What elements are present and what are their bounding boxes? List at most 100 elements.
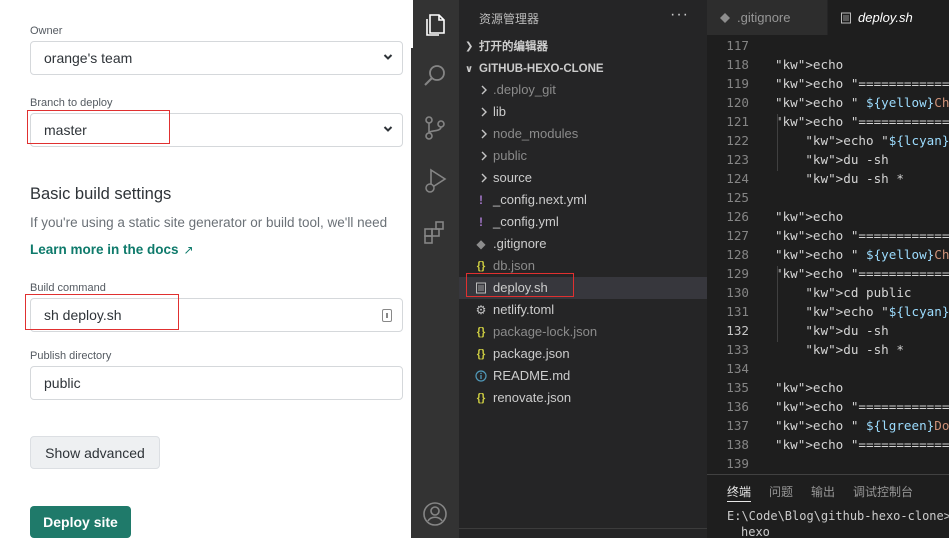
code-line[interactable]: "kw">echo [775,209,843,224]
code-line[interactable]: "kw">cd public [775,285,911,300]
file-item[interactable]: {} package.json [459,343,707,365]
file-item[interactable]: ! _config.yml [459,211,707,233]
tab-gitignore[interactable]: .gitignore [707,0,827,35]
branch-value: master [44,122,87,138]
code-line[interactable]: "kw">echo "================= [775,76,949,91]
chevron-right-icon [479,150,489,162]
code-line[interactable]: "kw">echo "================= [775,266,949,281]
owner-select[interactable]: orange's team [30,41,403,75]
code-line[interactable]: "kw">du -sh * [775,171,904,186]
code-line[interactable]: "kw">echo [775,57,843,72]
terminal-line[interactable]: E:\Code\Blog\github-hexo-clone>g [727,509,949,523]
search-icon[interactable] [421,62,449,90]
run-debug-icon[interactable] [421,166,449,194]
build-command-input[interactable]: sh deploy.sh [30,298,403,332]
activity-bar [411,0,459,538]
code-line[interactable]: "kw">du -sh [775,152,888,167]
editor-tabs: .gitignore deploy.sh [707,0,949,35]
file-item[interactable]: deploy.sh [459,277,707,299]
yaml-file-icon: ! [479,215,483,229]
terminal-line[interactable]: hexo [741,525,770,538]
basic-build-description: If you're using a static site generator … [30,215,388,230]
folder-item[interactable]: lib [459,101,707,123]
code-line[interactable]: "kw">echo "================= [775,228,949,243]
field-info-icon [382,309,392,322]
code-line[interactable]: "kw">echo " ${yellow}Checkin [775,247,949,262]
explorer-icon[interactable] [421,10,449,38]
build-command-label: Build command [30,282,106,294]
external-link-icon: ↗ [183,243,194,257]
file-item[interactable]: ! _config.next.yml [459,189,707,211]
publish-directory-input[interactable]: public [30,366,403,400]
panel-tab-debug-console[interactable]: 调试控制台 [853,483,913,500]
learn-more-text: Learn more in the docs [30,242,179,257]
folder-item[interactable]: .deploy_git [459,79,707,101]
file-name: lib [493,104,507,119]
code-line[interactable]: "kw">echo "================= [775,399,949,414]
open-editors-section[interactable]: ❯ 打开的编辑器 [459,35,707,57]
panel-tab-terminal[interactable]: 终端 [727,483,752,502]
tab-deploy-sh[interactable]: deploy.sh [828,0,949,35]
account-icon[interactable] [421,500,449,528]
file-name: package.json [493,346,570,361]
file-name: source [493,170,533,185]
owner-label: Owner [30,25,63,37]
show-advanced-button[interactable]: Show advanced [30,436,160,469]
file-name: _config.next.yml [493,192,587,207]
folder-item[interactable]: source [459,167,707,189]
more-actions-icon[interactable]: ··· [670,6,689,24]
publish-directory-label: Publish directory [30,350,112,362]
folder-item[interactable]: node_modules [459,123,707,145]
branch-select[interactable]: master [30,113,403,147]
code-line[interactable]: "kw">echo [775,380,843,395]
file-name: .deploy_git [493,82,556,97]
code-line[interactable]: "kw">echo " ${lgreen}Done. E [775,418,949,433]
open-editors-label: 打开的编辑器 [479,41,548,53]
file-name: package-lock.json [493,324,598,339]
git-file-icon [720,12,730,23]
code-line[interactable]: "kw">du -sh * [775,342,904,357]
json-file-icon: {} [476,260,486,272]
code-line[interactable]: "kw">echo " ${yellow}Checkin [775,95,949,110]
indent-guide [777,266,778,342]
code-line[interactable]: "kw">echo "${lcyan}`pwd` [775,133,949,148]
source-control-icon[interactable] [421,114,449,142]
file-item[interactable]: {} renovate.json [459,387,707,409]
terminal-panel: 终端 问题 输出 调试控制台 E:\Code\Blog\github-hexo-… [707,474,949,538]
line-number: 137 [726,418,749,433]
build-command-value: sh deploy.sh [44,307,122,323]
learn-more-link[interactable]: Learn more in the docs ↗ [30,242,194,257]
panel-tab-output[interactable]: 输出 [811,483,835,500]
file-name: README.md [493,368,571,383]
line-number: 130 [726,285,749,300]
deploy-site-button[interactable]: Deploy site [30,506,131,538]
netlify-deploy-settings: Owner orange's team Branch to deploy mas… [0,0,411,538]
line-number: 123 [726,152,749,167]
file-name: db.json [493,258,535,273]
branch-label: Branch to deploy [30,97,113,109]
file-item[interactable]: ◆ .gitignore [459,233,707,255]
file-item[interactable]: ⚙ netlify.toml [459,299,707,321]
folder-item[interactable]: public [459,145,707,167]
code-line[interactable]: "kw">echo "================= [775,114,949,129]
file-name: public [493,148,527,163]
line-number: 124 [726,171,749,186]
file-item[interactable]: README.md [459,365,707,387]
line-number: 134 [726,361,749,376]
chevron-right-icon: ❯ [465,40,474,52]
project-label: GITHUB-HEXO-CLONE [479,63,604,75]
line-number: 128 [726,247,749,262]
publish-directory-value: public [44,375,81,391]
line-number: 118 [726,57,749,72]
yaml-file-icon: ! [479,193,483,207]
extensions-icon[interactable] [421,218,449,246]
code-line[interactable]: "kw">echo "${lcyan}`pwd` [775,304,949,319]
file-item[interactable]: {} package-lock.json [459,321,707,343]
code-line[interactable]: "kw">du -sh [775,323,888,338]
line-number: 121 [726,114,749,129]
panel-tab-problems[interactable]: 问题 [769,483,793,500]
project-section[interactable]: ∨ GITHUB-HEXO-CLONE [459,58,707,80]
code-line[interactable]: "kw">echo "================= [775,437,949,452]
file-item[interactable]: {} db.json [459,255,707,277]
code-editor[interactable]: 117 118 "kw">echo 119 "kw">echo "===========… [707,38,949,474]
